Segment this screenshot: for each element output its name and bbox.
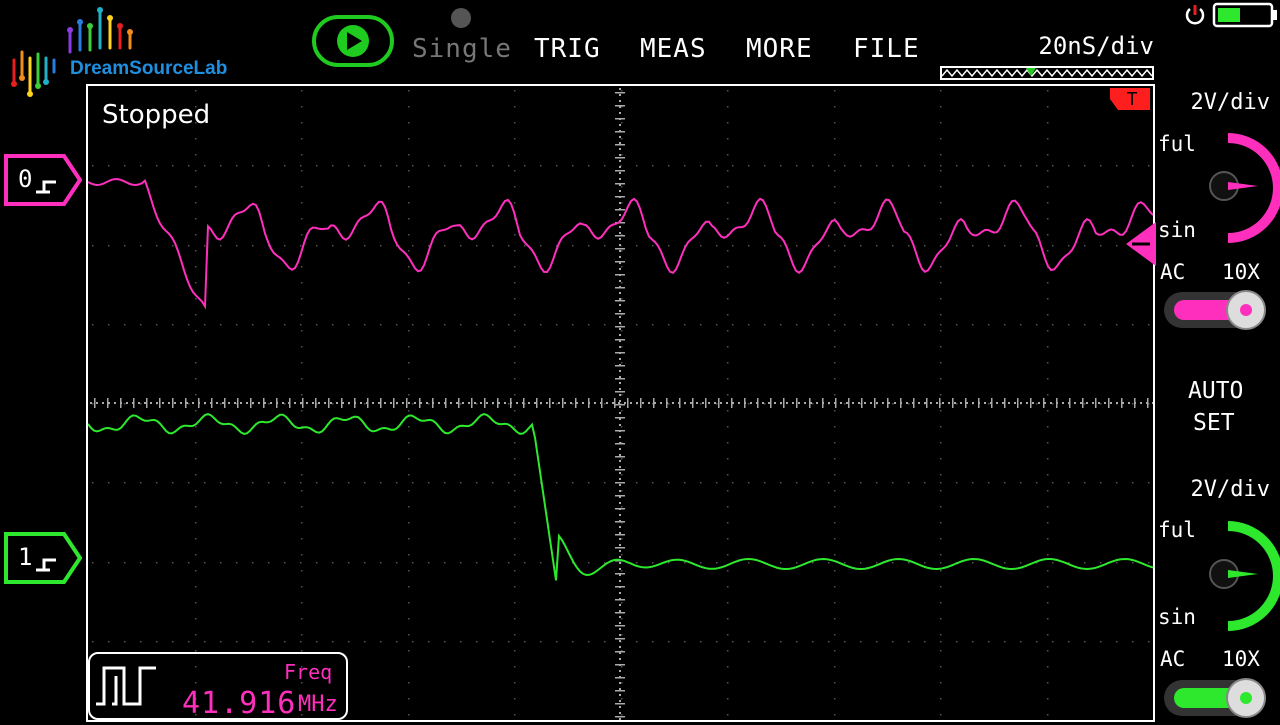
meas-menu-button[interactable]: MEAS <box>640 34 707 64</box>
ch0-tag[interactable]: 0 <box>4 154 82 206</box>
trigger-position-marker[interactable]: T <box>1110 86 1150 112</box>
ch0-number: 0 <box>18 165 32 193</box>
ch1-number: 1 <box>18 543 32 571</box>
ch0-probe[interactable]: 10X <box>1222 260 1260 284</box>
ch1-bandwidth-single[interactable]: sin <box>1158 605 1196 629</box>
ch0-vdiv-knob[interactable] <box>1196 130 1280 244</box>
ch1-vdiv-label[interactable]: 2V/div <box>1191 477 1270 502</box>
ch1-coupling[interactable]: AC <box>1160 647 1185 671</box>
brand-logo-text: DreamSourceLab <box>70 58 228 79</box>
power-icon[interactable] <box>1182 2 1208 28</box>
waveform-display[interactable] <box>86 84 1155 722</box>
run-stop-button[interactable] <box>312 15 394 67</box>
play-icon <box>337 25 369 57</box>
ch1-vdiv-knob[interactable] <box>1196 518 1280 632</box>
measurement-unit: MHz <box>298 692 338 717</box>
ch0-vdiv-label[interactable]: 2V/div <box>1191 90 1270 115</box>
single-button[interactable]: Single <box>412 34 512 64</box>
timebase-label[interactable]: 20nS/div <box>1038 32 1154 60</box>
measurement-label: Freq <box>284 660 333 684</box>
ch0-coupling[interactable]: AC <box>1160 260 1185 284</box>
ch0-bandwidth-single[interactable]: sin <box>1158 218 1196 242</box>
trig-menu-button[interactable]: TRIG <box>534 34 601 64</box>
autoset-line1[interactable]: AUTO <box>1188 378 1243 404</box>
ch0-bandwidth-full[interactable]: ful <box>1158 132 1196 156</box>
measurement-value: 41.916 <box>182 686 297 721</box>
ch1-tag[interactable]: 1 <box>4 532 82 584</box>
waveform-grid <box>88 88 1153 720</box>
ch0-coupling-toggle[interactable] <box>1162 288 1270 332</box>
acquisition-status: Stopped <box>102 100 211 130</box>
file-menu-button[interactable]: FILE <box>853 34 920 64</box>
ch0-trigger-level-marker[interactable] <box>1126 222 1156 266</box>
square-wave-icon <box>96 666 156 706</box>
trigger-marker-label: T <box>1127 89 1138 110</box>
ch1-probe[interactable]: 10X <box>1222 647 1260 671</box>
ch1-coupling-toggle[interactable] <box>1162 676 1270 720</box>
timeline-bar[interactable] <box>940 66 1154 80</box>
battery-icon <box>1212 2 1277 28</box>
timeline-position-marker <box>1026 68 1036 76</box>
autoset-line2[interactable]: SET <box>1193 410 1235 436</box>
ch1-bandwidth-full[interactable]: ful <box>1158 518 1196 542</box>
more-menu-button[interactable]: MORE <box>746 34 813 64</box>
single-indicator-dot <box>451 8 471 28</box>
